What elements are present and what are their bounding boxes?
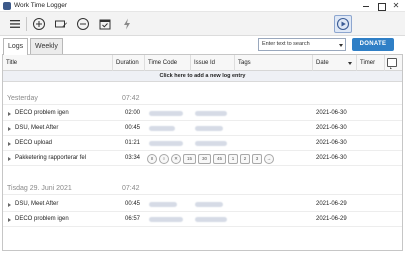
- plus-15-icon[interactable]: 15: [183, 154, 196, 164]
- add-entry-button[interactable]: [30, 15, 48, 33]
- window-title: Work Time Logger: [14, 2, 67, 9]
- minimize-button[interactable]: [361, 1, 371, 11]
- lightning-icon: [124, 18, 130, 30]
- plus-circle-icon: [33, 18, 45, 30]
- column-date[interactable]: Date: [313, 55, 357, 71]
- column-duration[interactable]: Duration: [113, 55, 145, 71]
- column-issue-id[interactable]: Issue Id: [191, 55, 235, 71]
- redacted-issue-id: [195, 217, 227, 222]
- row-title: Pakketering rapporterar fel: [15, 155, 87, 161]
- donate-button[interactable]: DONATE: [352, 38, 394, 51]
- table-row[interactable]: Pakketering rapporterar fel 03:34 II ○ ✕…: [3, 152, 402, 166]
- expand-arrow-icon[interactable]: [8, 142, 11, 146]
- row-duration: 06:57: [125, 216, 141, 222]
- redacted-time-code: [149, 217, 183, 222]
- stop-icon[interactable]: ○: [159, 154, 169, 164]
- group-name: Yesterday: [7, 95, 38, 102]
- search-input[interactable]: Enter text to search: [258, 38, 346, 51]
- search-placeholder: Enter text to search: [262, 41, 310, 47]
- close-button[interactable]: ✕: [391, 1, 401, 11]
- cancel-icon[interactable]: ✕: [171, 154, 181, 164]
- add-log-entry-row[interactable]: Click here to add a new log entry: [3, 71, 402, 82]
- tab-weekly-pivot[interactable]: Weekly Pivot: [30, 38, 63, 65]
- column-title[interactable]: Title: [3, 55, 113, 71]
- group-header: Tisdag 29. Juni 2021 07:42: [3, 183, 402, 195]
- menu-button[interactable]: [6, 15, 24, 33]
- redacted-issue-id: [195, 126, 223, 131]
- table-row[interactable]: DSU, Meet After 00:45 2021-06-30: [3, 122, 402, 136]
- plus-30-icon[interactable]: 30: [198, 154, 211, 164]
- group-header: Yesterday 07:42: [3, 93, 402, 105]
- log-grid: Title Duration Time Code Issue Id Tags D…: [2, 54, 403, 251]
- comment-icon[interactable]: [387, 58, 397, 69]
- toolbar: [0, 12, 405, 36]
- row-date: 2021-06-30: [316, 140, 347, 146]
- column-date-label: Date: [316, 60, 329, 66]
- row-title: DSU, Meet After: [15, 201, 59, 207]
- grid-header: Title Duration Time Code Issue Id Tags D…: [3, 55, 402, 71]
- redacted-time-code: [149, 126, 175, 131]
- group-name: Tisdag 29. Juni 2021: [7, 185, 72, 192]
- group-total: 07:42: [122, 185, 140, 192]
- redacted-issue-id: [195, 202, 223, 207]
- maximize-button[interactable]: [376, 1, 386, 11]
- expand-arrow-icon[interactable]: [8, 112, 11, 116]
- row-duration: 02:00: [125, 110, 141, 116]
- redacted-time-code: [149, 141, 183, 146]
- plus-2-icon[interactable]: 2: [240, 154, 250, 164]
- redacted-issue-id: [195, 111, 227, 116]
- redacted-time-code: [149, 111, 183, 116]
- pen-card-icon: [55, 20, 67, 28]
- chevron-down-icon[interactable]: [339, 44, 343, 47]
- redacted-time-code: [149, 202, 177, 207]
- arrow-right-icon[interactable]: →: [264, 154, 274, 164]
- expand-arrow-icon[interactable]: [8, 127, 11, 131]
- table-row[interactable]: DECO problem igen 06:57 2021-06-29: [3, 213, 402, 227]
- row-duration: 00:45: [125, 125, 141, 131]
- row-title: DECO upload: [15, 140, 53, 146]
- minus-circle-icon: [77, 18, 89, 30]
- expand-arrow-icon[interactable]: [8, 218, 11, 222]
- column-timer[interactable]: Timer: [357, 55, 385, 71]
- tab-logs[interactable]: Logs: [3, 38, 29, 55]
- calendar-button[interactable]: [96, 15, 114, 33]
- column-tags[interactable]: Tags: [235, 55, 313, 71]
- pause-icon[interactable]: II: [147, 154, 157, 164]
- row-action-toolbar: II ○ ✕ 15 30 45 1 2 3 →: [147, 154, 274, 164]
- row-title: DECO problem igen: [15, 110, 69, 116]
- row-date: 2021-06-29: [316, 201, 347, 207]
- hamburger-icon: [10, 20, 20, 28]
- expand-arrow-icon[interactable]: [8, 203, 11, 207]
- plus-45-icon[interactable]: 45: [213, 154, 226, 164]
- row-duration: 03:34: [125, 155, 141, 161]
- quick-action-button[interactable]: [118, 15, 136, 33]
- table-row[interactable]: DECO problem igen 02:00 2021-06-30: [3, 107, 402, 121]
- title-bar: Work Time Logger ✕: [0, 0, 405, 12]
- calendar-check-icon: [99, 19, 111, 30]
- toolbar-divider: [26, 17, 27, 31]
- start-timer-button[interactable]: [334, 15, 352, 33]
- app-logo-icon: [3, 2, 11, 10]
- expand-arrow-icon[interactable]: [8, 157, 11, 161]
- row-title: DECO problem igen: [15, 216, 69, 222]
- row-duration: 00:45: [125, 201, 141, 207]
- play-circle-icon: [336, 17, 350, 31]
- group-total: 07:42: [122, 95, 140, 102]
- edit-entry-button[interactable]: [52, 15, 70, 33]
- sort-descending-icon: [348, 62, 352, 65]
- remove-entry-button[interactable]: [74, 15, 92, 33]
- row-date: 2021-06-30: [316, 110, 347, 116]
- redacted-issue-id: [195, 141, 227, 146]
- row-duration: 01:21: [125, 140, 141, 146]
- row-date: 2021-06-30: [316, 125, 347, 131]
- row-date: 2021-06-30: [316, 155, 347, 161]
- plus-3-icon[interactable]: 3: [252, 154, 262, 164]
- row-date: 2021-06-29: [316, 216, 347, 222]
- row-title: DSU, Meet After: [15, 125, 59, 131]
- plus-1-icon[interactable]: 1: [228, 154, 238, 164]
- column-time-code[interactable]: Time Code: [145, 55, 191, 71]
- table-row[interactable]: DECO upload 01:21 2021-06-30: [3, 137, 402, 151]
- table-row[interactable]: DSU, Meet After 00:45 2021-06-29: [3, 198, 402, 212]
